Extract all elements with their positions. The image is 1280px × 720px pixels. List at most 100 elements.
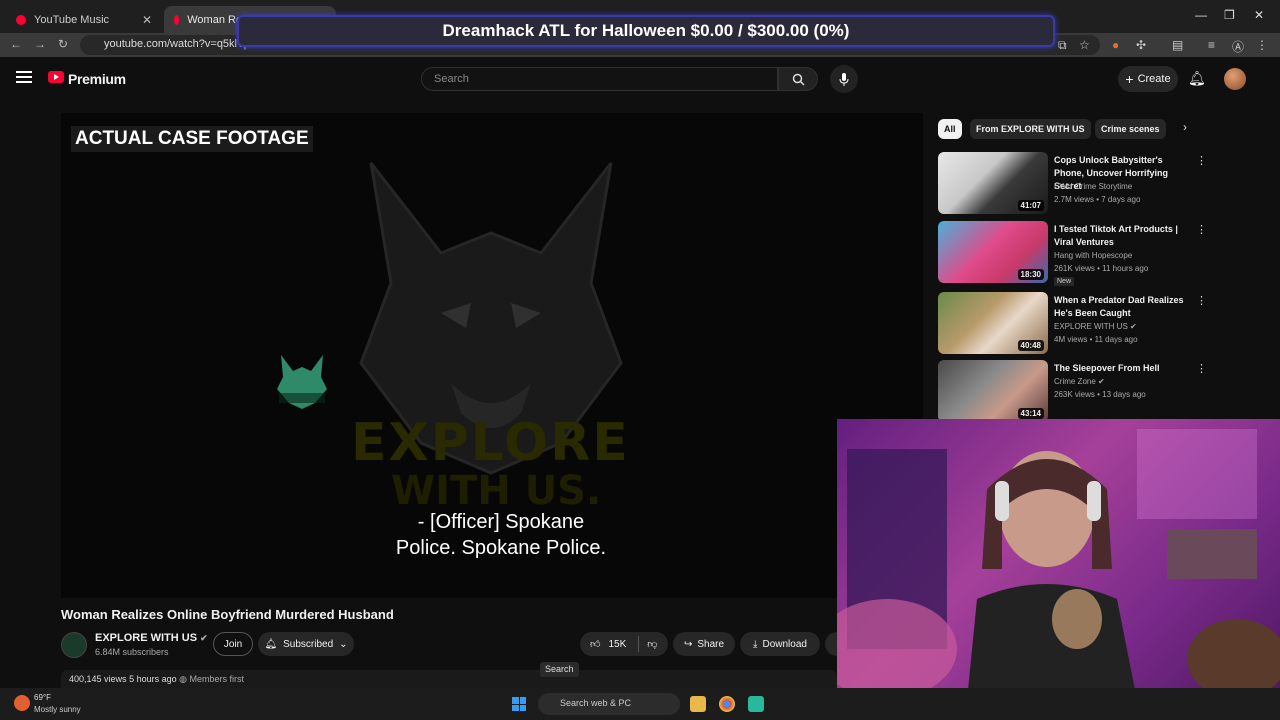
create-button[interactable]: + Create	[1118, 66, 1178, 92]
forward-icon[interactable]: →	[34, 37, 46, 51]
chip-crime-scenes[interactable]: Crime scenes	[1095, 119, 1166, 139]
video-title: Woman Realizes Online Boyfriend Murdered…	[61, 607, 394, 622]
recommendation-channel[interactable]: EWU Crime Storytime	[1054, 182, 1132, 191]
notifications-bell-icon[interactable]: 🔔︎	[1188, 70, 1206, 87]
recommendation-title[interactable]: I Tested Tiktok Art Products | Viral Ven…	[1054, 223, 1194, 249]
upload-age: 5 hours ago	[129, 674, 177, 684]
brand-label[interactable]: Premium	[68, 71, 126, 87]
share-button[interactable]: ↪ Share	[673, 632, 735, 656]
kebab-menu-icon[interactable]: ⋮	[1196, 294, 1207, 307]
file-explorer-icon[interactable]	[690, 696, 706, 712]
recommendation-channel[interactable]: Crime Zone ✔	[1054, 377, 1105, 386]
like-dislike-group[interactable]: 👍︎ 15K 👎︎	[580, 632, 668, 656]
members-first-label: Members first	[189, 674, 245, 684]
media-icon[interactable]: ≡	[1208, 38, 1215, 52]
search-button[interactable]	[778, 67, 818, 91]
tab-title: YouTube Music	[34, 13, 110, 26]
weather-sun-icon[interactable]	[14, 695, 30, 711]
thumbs-down-icon[interactable]: 👎︎	[647, 638, 657, 650]
new-badge: New	[1054, 277, 1075, 286]
back-icon[interactable]: ←	[10, 37, 22, 51]
recommendation-meta: 2.7M views • 7 days ago	[1054, 195, 1141, 204]
channel-name[interactable]: EXPLORE WITH US ✔	[95, 632, 208, 644]
verified-icon: ✔	[1098, 377, 1105, 386]
recommendation-item[interactable]: 40:48 When a Predator Dad Realizes He's …	[938, 292, 1258, 356]
weather-temperature[interactable]: 69°F	[34, 693, 51, 702]
recommendation-channel[interactable]: Hang with Hopescope	[1054, 251, 1132, 260]
channel-avatar[interactable]	[61, 632, 87, 658]
download-button[interactable]: ⤓ Download	[740, 632, 820, 656]
video-thumbnail[interactable]: 43:14	[938, 360, 1048, 422]
search-icon	[792, 73, 805, 86]
video-description-meta[interactable]: 400,145 views 5 hours ago ◍ Members firs…	[61, 670, 837, 688]
kebab-menu-icon[interactable]: ⋮	[1196, 154, 1207, 167]
profile-icon[interactable]: Ⓐ	[1232, 38, 1244, 55]
verified-icon: ✔	[1130, 322, 1137, 331]
video-player[interactable]: ACTUAL CASE FOOTAGE EXPLORE WITH US. - […	[61, 113, 923, 598]
recommendation-item[interactable]: 18:30 I Tested Tiktok Art Products | Vir…	[938, 221, 1258, 286]
minimize-icon[interactable]: —	[1195, 8, 1207, 22]
bookmark-star-icon[interactable]: ☆	[1079, 38, 1090, 52]
windows-taskbar: 69°F Mostly sunny ⌕ Search web & PC	[0, 688, 1280, 720]
bell-icon: 🔔︎	[264, 638, 278, 650]
explore-watermark: EXPLORE	[351, 413, 630, 473]
chrome-icon[interactable]	[719, 696, 735, 712]
windows-start-icon[interactable]	[512, 697, 526, 711]
share-label: Share	[697, 638, 725, 650]
voice-search-button[interactable]	[830, 65, 858, 93]
download-label: Download	[762, 638, 807, 650]
tab-youtube-music[interactable]: YouTube Music ✕	[6, 6, 162, 33]
account-avatar[interactable]	[1224, 68, 1246, 90]
plus-icon: +	[1125, 71, 1134, 87]
subscribed-button[interactable]: 🔔︎ Subscribed ⌄	[258, 632, 354, 656]
search-tooltip: Search	[540, 662, 579, 677]
recommendation-item[interactable]: 41:07 Cops Unlock Babysitter's Phone, Un…	[938, 152, 1258, 216]
hamburger-menu-icon[interactable]	[16, 71, 32, 83]
join-button[interactable]: Join	[213, 632, 253, 656]
like-count: 15K	[608, 638, 627, 650]
taskbar-search-placeholder: Search web & PC	[560, 698, 632, 708]
kebab-menu-icon[interactable]: ⋮	[1196, 223, 1207, 236]
donation-goal-banner: Dreamhack ATL for Halloween $0.00 / $300…	[237, 15, 1055, 47]
app-icon[interactable]	[748, 696, 764, 712]
recommendation-item[interactable]: 43:14 The Sleepover From Hell Crime Zone…	[938, 360, 1258, 424]
reload-icon[interactable]: ↻	[58, 37, 68, 51]
chevron-right-icon[interactable]: ›	[1183, 120, 1187, 134]
search-input[interactable]: Search	[421, 67, 778, 91]
youtube-header: Premium Search + Create 🔔︎	[0, 57, 1280, 101]
recommendation-title[interactable]: When a Predator Dad Realizes He's Been C…	[1054, 294, 1194, 320]
close-icon[interactable]: ✕	[142, 13, 152, 27]
weather-description: Mostly sunny	[34, 705, 81, 714]
close-window-icon[interactable]: ✕	[1254, 8, 1264, 22]
webcam-scene	[837, 419, 1280, 700]
recommendation-channel[interactable]: EXPLORE WITH US ✔	[1054, 322, 1137, 331]
video-thumbnail[interactable]: 40:48	[938, 292, 1048, 354]
youtube-logo-icon[interactable]	[48, 71, 64, 83]
create-label: Create	[1137, 73, 1171, 85]
video-thumbnail[interactable]: 41:07	[938, 152, 1048, 214]
download-icon: ⤓	[753, 638, 758, 650]
thumbs-up-icon[interactable]: 👍︎	[590, 638, 600, 650]
kebab-menu-icon[interactable]: ⋮	[1196, 362, 1207, 375]
chip-from-channel[interactable]: From EXPLORE WITH US	[970, 119, 1091, 139]
like-divider	[638, 636, 640, 652]
maximize-icon[interactable]: ❐	[1224, 8, 1235, 22]
sidepanel-icon[interactable]: ▤	[1172, 38, 1183, 52]
subscriber-count: 6.84M subscribers	[95, 647, 169, 657]
taskbar-search-input[interactable]: Search web & PC	[538, 693, 680, 715]
video-subtitle: - [Officer] Spokane Police. Spokane Poli…	[351, 509, 651, 561]
subtitle-line-1: - [Officer] Spokane	[417, 511, 585, 533]
recommendation-title[interactable]: The Sleepover From Hell	[1054, 362, 1194, 375]
channel-wolf-logo	[277, 355, 327, 409]
video-thumbnail[interactable]: 18:30	[938, 221, 1048, 283]
view-count: 400,145 views	[69, 674, 127, 684]
extension-icon[interactable]: ●	[1112, 38, 1119, 52]
install-icon[interactable]: ⧉	[1058, 38, 1067, 53]
kebab-menu-icon[interactable]: ⋮	[1256, 38, 1268, 52]
with-us-watermark: WITH US.	[391, 468, 602, 514]
verified-icon: ✔	[200, 633, 208, 643]
duration-badge: 40:48	[1017, 340, 1044, 351]
puzzle-icon[interactable]: ✣	[1136, 38, 1146, 52]
chip-all[interactable]: All	[938, 119, 962, 139]
recommendation-meta: 263K views • 13 days ago	[1054, 390, 1146, 399]
